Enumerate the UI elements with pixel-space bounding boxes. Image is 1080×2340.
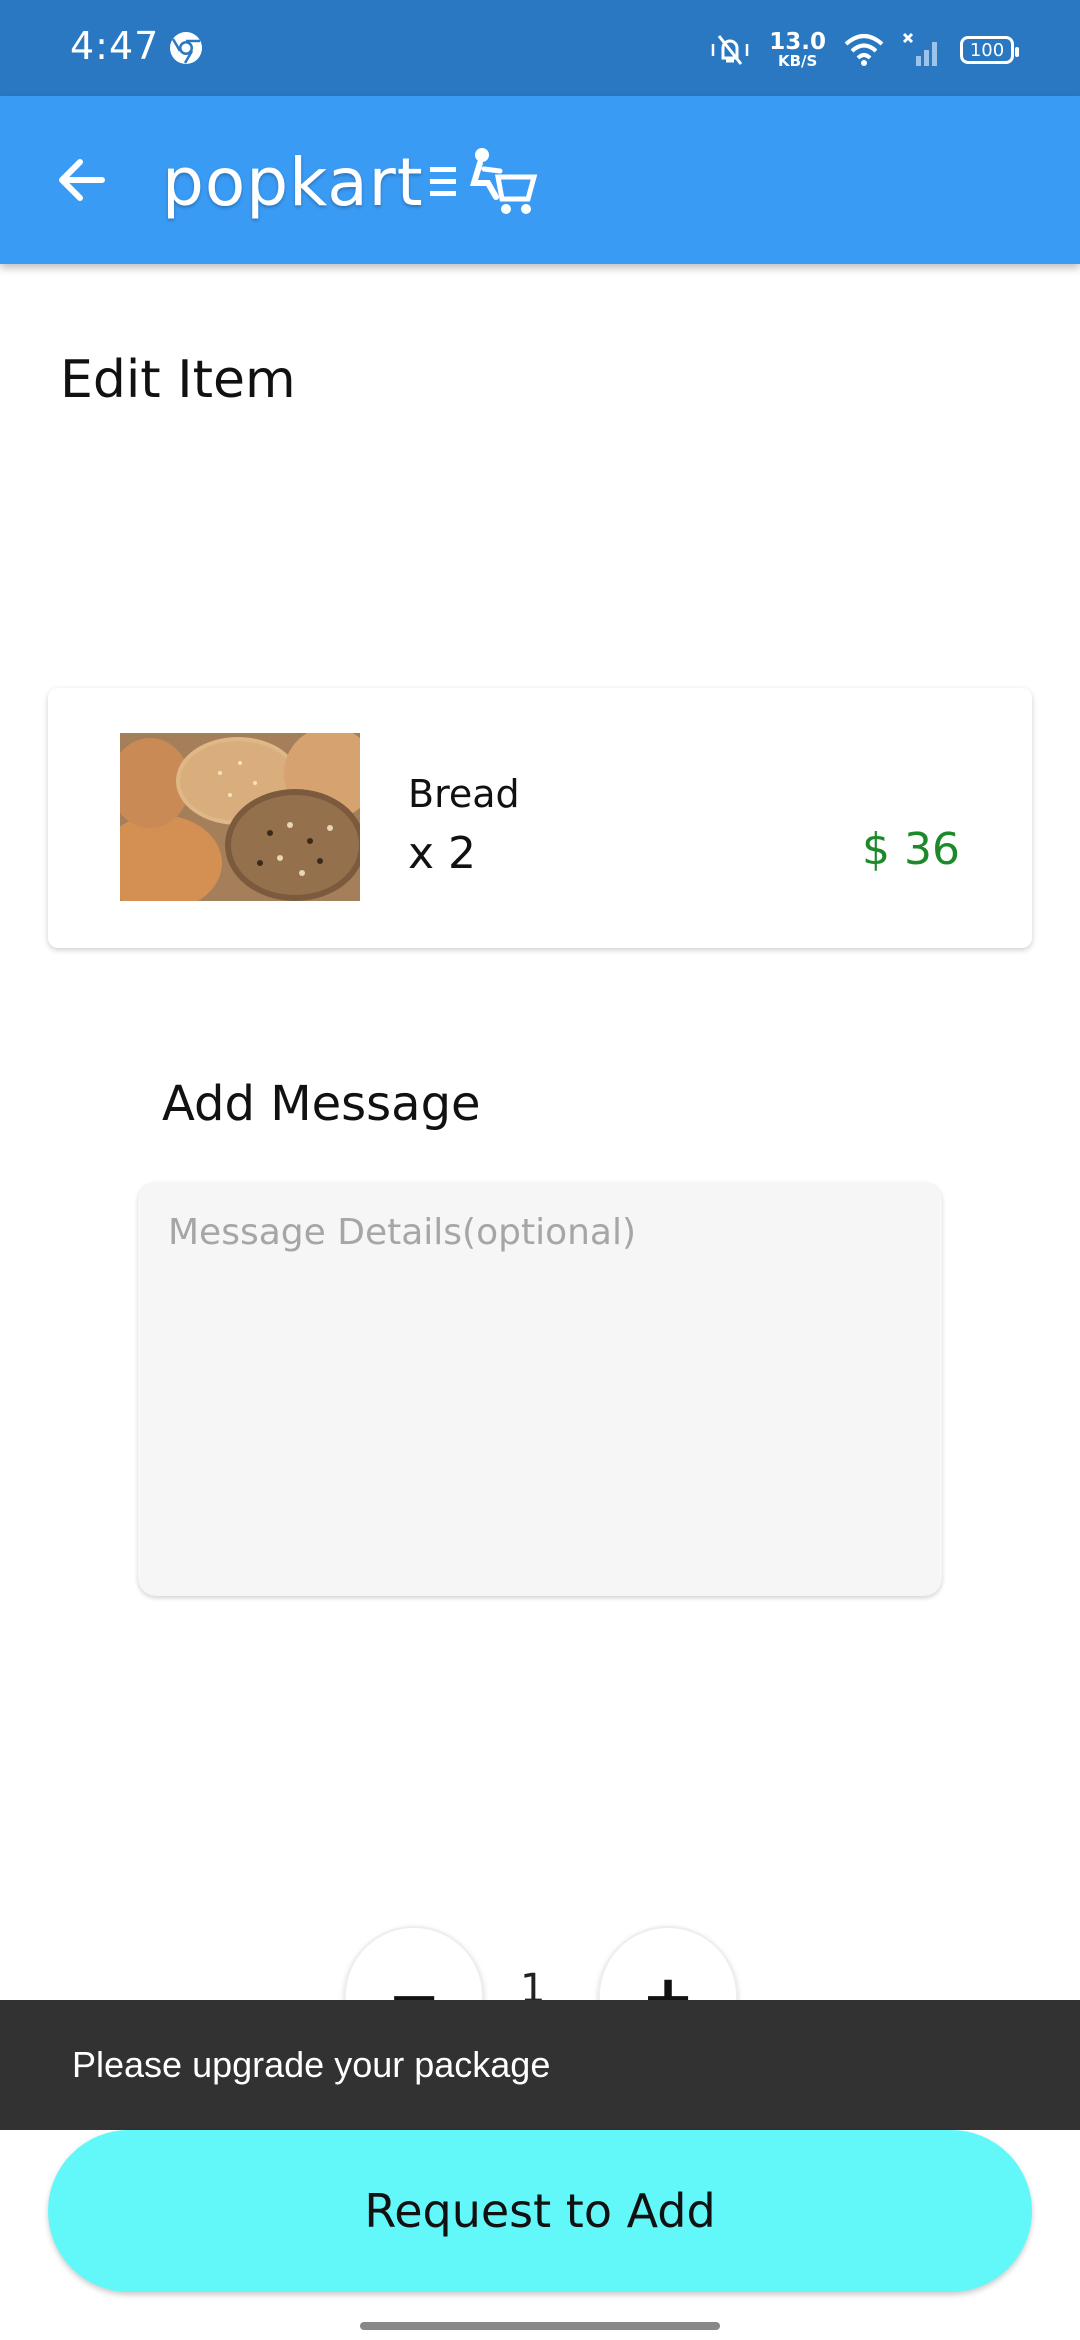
battery-icon: 100	[960, 36, 1019, 64]
snackbar-message: Please upgrade your package	[72, 2044, 551, 2085]
shopping-cart-icon	[429, 148, 537, 214]
item-quantity: x 2	[408, 828, 477, 879]
battery-level: 100	[969, 39, 1005, 61]
status-time: 4:47	[70, 24, 160, 68]
app-bar: popkart	[0, 96, 1080, 264]
item-price: $ 36	[862, 824, 960, 875]
chrome-icon	[170, 32, 202, 64]
app-logo: popkart	[162, 132, 540, 232]
network-speed: 13.0 KB/S	[769, 29, 826, 70]
message-label: Add Message	[162, 1076, 481, 1132]
item-card[interactable]: Bread x 2 $ 36	[48, 688, 1032, 948]
signal-icon	[902, 32, 937, 66]
wifi-icon	[844, 34, 884, 66]
arrow-left-icon[interactable]	[52, 148, 116, 212]
message-input[interactable]	[138, 1182, 942, 1596]
home-indicator[interactable]	[360, 2322, 720, 2330]
snackbar: Please upgrade your package	[0, 2000, 1080, 2130]
page-title: Edit Item	[60, 350, 296, 410]
status-icons: 13.0 KB/S 100	[707, 24, 1019, 76]
item-name: Bread	[408, 772, 520, 816]
bread-image	[120, 733, 360, 901]
request-to-add-button[interactable]: Request to Add	[48, 2130, 1032, 2292]
logo-text: popkart	[162, 143, 424, 221]
status-bar: 4:47 13.0 KB/S 100	[0, 0, 1080, 96]
mute-vibrate-icon	[712, 35, 749, 65]
